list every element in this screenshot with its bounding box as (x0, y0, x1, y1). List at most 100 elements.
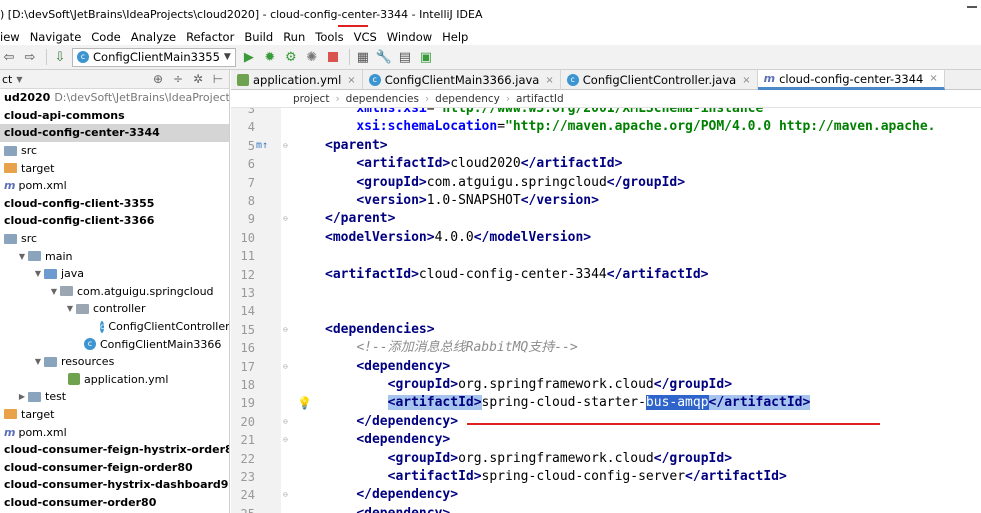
tree-item[interactable]: ▼ java (0, 265, 229, 283)
menu-item-window[interactable]: Window (387, 30, 432, 44)
breadcrumb-item[interactable]: dependency (435, 93, 500, 105)
fold-icon[interactable]: ⊖ (283, 358, 288, 376)
breadcrumb-item[interactable]: dependencies (346, 93, 419, 105)
profile-icon[interactable]: ✺ (303, 48, 321, 66)
tree-item[interactable]: cloud-consumer-order80 (0, 494, 229, 512)
run-icon[interactable]: ▶ (240, 48, 258, 66)
lightbulb-icon[interactable]: 💡 (297, 394, 312, 412)
fold-icon[interactable]: ⊖ (283, 486, 288, 504)
tree-item[interactable]: ▼ com.atguigu.springcloud (0, 283, 229, 301)
code-line[interactable]: 5 <parent> m↑ ⊖ (231, 137, 981, 155)
tree-item[interactable]: ▼ main (0, 247, 229, 265)
tree-item[interactable]: cloud-config-client-3366 (0, 212, 229, 230)
code-line[interactable]: 18 <groupId>org.springframework.cloud</g… (231, 376, 981, 394)
code-line[interactable]: 4 xsi:schemaLocation="http://maven.apach… (231, 118, 981, 136)
code-line[interactable]: 20 </dependency> ⊖ (231, 413, 981, 431)
tree-item[interactable]: cloud-consumer-hystrix-dashboard9001 (0, 476, 229, 494)
tree-item[interactable]: cloud-config-center-3344 (0, 124, 229, 142)
code-line[interactable]: 9 </parent> ⊖ (231, 210, 981, 228)
tree-item[interactable]: c ConfigClientMain3366 (0, 335, 229, 353)
code-line[interactable]: 17 <dependency> ⊖ (231, 358, 981, 376)
fold-icon[interactable]: ⊖ (283, 210, 288, 228)
code-line[interactable]: 16 <!--添加消息总线RabbitMQ支持--> (231, 339, 981, 357)
tree-item[interactable]: target (0, 406, 229, 424)
sdk-icon[interactable]: ▤ (396, 48, 414, 66)
tree-item[interactable]: cloud-config-client-3355 (0, 195, 229, 213)
code-line[interactable]: 7 <groupId>com.atguigu.springcloud</grou… (231, 174, 981, 192)
chevron-down-icon[interactable]: ▼ (32, 357, 44, 366)
code-line[interactable]: 22 <groupId>org.springframework.cloud</g… (231, 450, 981, 468)
code-line[interactable]: 3 xmlns:xsi="http://www.w3.org/2001/XMLS… (231, 108, 981, 118)
chevron-down-icon[interactable]: ▼ (48, 287, 60, 296)
fold-icon[interactable]: ⊖ (283, 413, 288, 431)
tree-item[interactable]: application.yml (0, 371, 229, 389)
run-configuration-select[interactable]: c ConfigClientMain3355 ▼ (72, 47, 236, 67)
menu-item-navigate[interactable]: Navigate (30, 30, 82, 44)
tree-item[interactable]: ▼ controller (0, 300, 229, 318)
hide-icon[interactable]: ⊢ (211, 72, 225, 86)
settings-icon[interactable]: 🔧 (375, 48, 393, 66)
tree-item[interactable]: c ConfigClientController (0, 318, 229, 336)
code-line[interactable]: 10 <modelVersion>4.0.0</modelVersion> (231, 229, 981, 247)
chevron-down-icon[interactable]: ▼ (16, 75, 22, 84)
menu-item-build[interactable]: Build (244, 30, 273, 44)
collapse-icon[interactable]: ÷ (171, 72, 185, 86)
code-line[interactable]: 15 <dependencies> ⊖ (231, 321, 981, 339)
close-icon[interactable]: × (347, 75, 355, 86)
tree-item[interactable]: cloud-consumer-feign-hystrix-order80 (0, 441, 229, 459)
arrow-back-icon[interactable]: ⇦ (0, 48, 18, 66)
fold-icon[interactable]: ⊖ (283, 431, 288, 449)
code-line[interactable]: 6 <artifactId>cloud2020</artifactId> (231, 155, 981, 173)
menu-item-analyze[interactable]: Analyze (131, 30, 176, 44)
menu-item-vcs[interactable]: VCS (354, 30, 377, 44)
menu-item-code[interactable]: Code (91, 30, 120, 44)
code-line[interactable]: 19 <artifactId>spring-cloud-starter-bus-… (231, 394, 981, 412)
debug-icon[interactable]: ✹ (261, 48, 279, 66)
maven-gutter-icon[interactable]: m↑ (255, 137, 269, 155)
build-hammer-icon[interactable]: ⇩ (51, 48, 69, 66)
tree-item[interactable]: cloud-consumer-feign-order80 (0, 458, 229, 476)
fold-icon[interactable]: ⊖ (283, 321, 288, 339)
tree-item[interactable]: ud2020D:\devSoft\JetBrains\IdeaProjects\… (0, 89, 229, 107)
arrow-forward-icon[interactable]: ⇨ (21, 48, 39, 66)
close-icon[interactable]: × (742, 75, 750, 86)
tree-item[interactable]: src (0, 142, 229, 160)
code-line[interactable]: 14 (231, 302, 981, 320)
menu-item-iew[interactable]: iew (0, 30, 20, 44)
chevron-down-icon[interactable]: ▼ (64, 304, 76, 313)
gear-icon[interactable]: ✲ (191, 72, 205, 86)
editor-tab[interactable]: c ConfigClientMain3366.java × (363, 70, 561, 90)
tree-item[interactable]: src (0, 230, 229, 248)
editor-tab[interactable]: m cloud-config-center-3344 × (757, 70, 945, 90)
fold-icon[interactable]: ⊖ (283, 137, 288, 155)
menu-item-run[interactable]: Run (283, 30, 305, 44)
tree-item[interactable]: m pom.xml (0, 177, 229, 195)
code-line[interactable]: 11 (231, 247, 981, 265)
code-line[interactable]: 25 <dependency> (231, 505, 981, 513)
menu-item-help[interactable]: Help (442, 30, 468, 44)
chevron-down-icon[interactable]: ▼ (16, 252, 28, 261)
menu-item-tools[interactable]: Tools (315, 30, 343, 44)
plugins-icon[interactable]: ▣ (417, 48, 435, 66)
editor-tab[interactable]: c ConfigClientController.java × (561, 70, 758, 90)
tree-item[interactable]: cloud-api-commons (0, 107, 229, 125)
code-line[interactable]: 8 <version>1.0-SNAPSHOT</version> (231, 192, 981, 210)
tree-item[interactable]: ▼ resources (0, 353, 229, 371)
project-structure-icon[interactable]: ▦ (354, 48, 372, 66)
code-line[interactable]: 24 </dependency> ⊖ (231, 486, 981, 504)
close-icon[interactable]: × (929, 73, 937, 84)
editor-tab[interactable]: application.yml × (231, 70, 363, 90)
tree-item[interactable]: m pom.xml (0, 423, 229, 441)
close-icon[interactable]: × (545, 75, 553, 86)
tree-item[interactable]: ▶ test (0, 388, 229, 406)
coverage-icon[interactable]: ⚙ (282, 48, 300, 66)
chevron-down-icon[interactable]: ▼ (32, 269, 44, 278)
chevron-right-icon[interactable]: ▶ (16, 392, 28, 401)
breadcrumb-item[interactable]: artifactId (516, 93, 564, 105)
code-editor[interactable]: 3 xmlns:xsi="http://www.w3.org/2001/XMLS… (231, 108, 981, 513)
code-line[interactable]: 12 <artifactId>cloud-config-center-3344</… (231, 266, 981, 284)
target-icon[interactable]: ⊕ (151, 72, 165, 86)
minimize-button[interactable] (967, 6, 977, 8)
stop-icon[interactable] (324, 48, 342, 66)
menu-item-refactor[interactable]: Refactor (186, 30, 234, 44)
